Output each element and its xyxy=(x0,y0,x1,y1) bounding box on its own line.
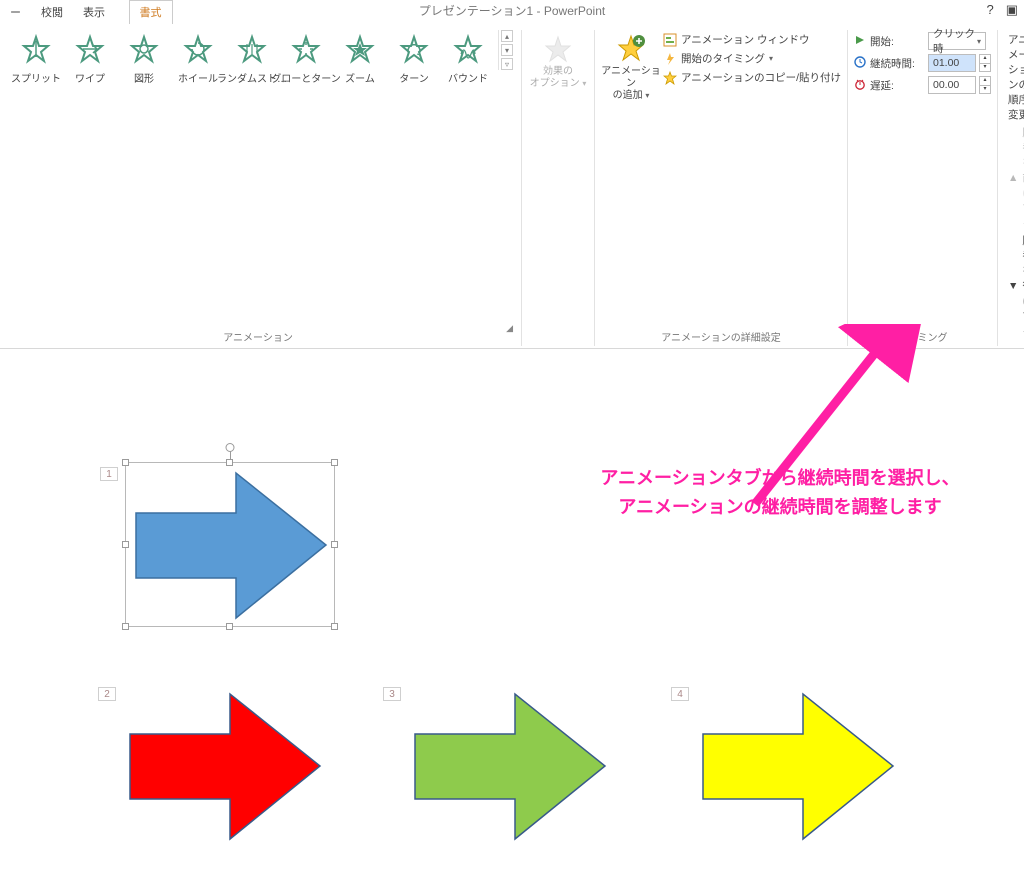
animation-effect-図形[interactable]: 図形 xyxy=(118,30,170,87)
tab-view[interactable]: 表示 xyxy=(73,1,115,24)
animation-effect-icon xyxy=(235,32,269,66)
animation-effect-icon xyxy=(343,32,377,66)
arrow-shape-blue[interactable] xyxy=(126,463,336,628)
duration-label: 継続時間: xyxy=(870,56,924,71)
animation-pane-button[interactable]: アニメーション ウィンドウ xyxy=(663,32,841,47)
animation-pane-icon xyxy=(663,33,677,47)
reorder-header: アニメーションの順序変更 xyxy=(1008,32,1024,122)
arrow-shape-red[interactable] xyxy=(120,684,330,849)
slide-canvas[interactable]: 1 2 3 4 アニメーションタブから継続時間を選択し、 アニメーションの継続時… xyxy=(0,349,1024,869)
animation-effect-icon xyxy=(19,32,53,66)
arrow-shape-yellow[interactable] xyxy=(693,684,903,849)
move-later-button[interactable]: ▼ 順番を後にする xyxy=(1008,233,1024,338)
arrow-shape-green[interactable] xyxy=(405,684,615,849)
start-combo[interactable]: クリック時▾ xyxy=(928,32,986,50)
animation-effect-ターン[interactable]: ターン xyxy=(388,30,440,87)
start-icon xyxy=(854,34,866,49)
animation-effect-icon xyxy=(289,32,323,66)
selection-box[interactable] xyxy=(125,462,335,627)
animation-effect-icon xyxy=(451,32,485,66)
tab-prev[interactable]: ー xyxy=(0,1,31,24)
move-earlier-icon: ▲ xyxy=(1008,172,1018,184)
resize-handle[interactable] xyxy=(122,541,129,548)
resize-handle[interactable] xyxy=(122,623,129,630)
duration-icon xyxy=(854,56,866,71)
animation-effect-ズーム[interactable]: ズーム xyxy=(334,30,386,87)
animation-effect-icon xyxy=(127,32,161,66)
ribbon-display-icon[interactable]: ▣ xyxy=(1006,2,1018,18)
delay-label: 遅延: xyxy=(870,78,924,93)
tab-review[interactable]: 校閲 xyxy=(31,1,73,24)
resize-handle[interactable] xyxy=(122,459,129,466)
ribbon: スプリットワイプ図形ホイールランダムスト…グローとターンズームターンバウンド▴▾… xyxy=(0,24,1024,349)
move-later-icon: ▼ xyxy=(1008,280,1018,292)
add-animation-icon xyxy=(614,32,648,66)
animation-effect-グローとターン[interactable]: グローとターン xyxy=(280,30,332,87)
help-icon[interactable]: ? xyxy=(986,2,993,18)
sequence-tag[interactable]: 3 xyxy=(383,687,401,701)
gallery-more-button[interactable]: ▴▾▿ xyxy=(498,30,515,70)
resize-handle[interactable] xyxy=(331,541,338,548)
delay-spinner[interactable]: ▴▾ xyxy=(979,76,991,94)
trigger-icon xyxy=(663,52,677,66)
animation-dialog-launcher-icon[interactable]: ◢ xyxy=(506,323,515,334)
annotation-text: アニメーションタブから継続時間を選択し、 アニメーションの継続時間を調整します xyxy=(560,464,1000,522)
animation-effect-icon xyxy=(397,32,431,66)
animation-painter-button[interactable]: アニメーションのコピー/貼り付け xyxy=(663,70,841,85)
resize-handle[interactable] xyxy=(226,623,233,630)
group-label-animation: アニメーション xyxy=(10,325,506,344)
resize-handle[interactable] xyxy=(331,623,338,630)
move-earlier-button: ▲ 順番を前にする xyxy=(1008,125,1024,230)
title-bar: プレゼンテーション1 - PowerPoint ? ▣ ー 校閲 表示 描画ツー… xyxy=(0,0,1024,24)
sequence-tag[interactable]: 1 xyxy=(100,467,118,481)
animation-painter-icon xyxy=(663,71,677,85)
effect-options-icon xyxy=(541,32,575,66)
start-label: 開始: xyxy=(870,34,924,49)
animation-effect-ワイプ[interactable]: ワイプ xyxy=(64,30,116,87)
duration-input[interactable]: 01.00 xyxy=(928,54,976,72)
duration-spinner[interactable]: ▴▾ xyxy=(979,54,991,72)
resize-handle[interactable] xyxy=(331,459,338,466)
sequence-tag[interactable]: 2 xyxy=(98,687,116,701)
add-animation-button[interactable]: アニメーションの追加 ▾ xyxy=(601,30,661,104)
effect-options-button: 効果のオプション ▾ xyxy=(528,30,588,92)
sequence-tag[interactable]: 4 xyxy=(671,687,689,701)
tab-format[interactable]: 書式 xyxy=(129,0,173,24)
animation-effect-icon xyxy=(181,32,215,66)
delay-input[interactable]: 00.00 xyxy=(928,76,976,94)
animation-effect-ランダムスト…[interactable]: ランダムスト… xyxy=(226,30,278,87)
animation-effect-スプリット[interactable]: スプリット xyxy=(10,30,62,87)
animation-effect-バウンド[interactable]: バウンド xyxy=(442,30,494,87)
resize-handle[interactable] xyxy=(226,459,233,466)
animation-effect-icon xyxy=(73,32,107,66)
delay-icon xyxy=(854,78,866,93)
trigger-button[interactable]: 開始のタイミング ▾ xyxy=(663,51,841,66)
